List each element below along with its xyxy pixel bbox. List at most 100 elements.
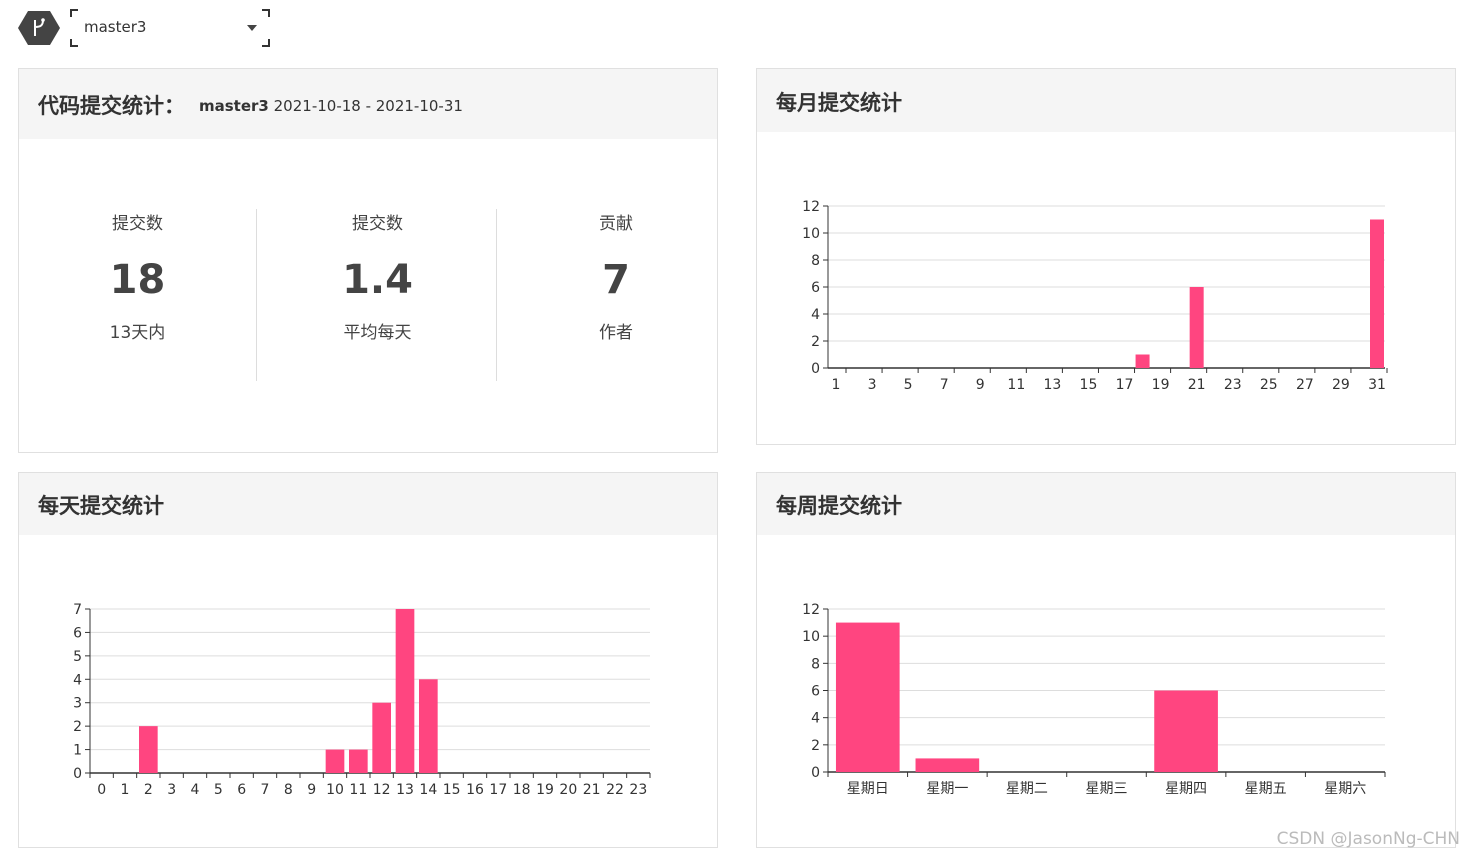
weekly-commits-chart: 0 2 4 6 8 10 12 星期日 星期一 星期二 星期三 星期四 星期五 星期六 xyxy=(802,602,1386,797)
bar-11[interactable] xyxy=(349,749,368,773)
bar-14[interactable] xyxy=(419,679,438,773)
daily-commits-chart: 012345670 1 2 3 4 5 6 7 8 9 10 11 12 13 14 15 16 17 18 19 20… xyxy=(73,602,651,798)
x-tick-label: 15 xyxy=(1080,377,1098,393)
x-tick-label: 11 xyxy=(349,782,367,798)
x-tick-label: 16 xyxy=(466,782,484,798)
x-tick-label: 25 xyxy=(1260,377,1278,393)
x-tick-label: 31 xyxy=(1368,377,1386,393)
branch-select[interactable]: master3 xyxy=(70,9,270,47)
x-tick-label: 9 xyxy=(976,377,985,393)
bar-18[interactable] xyxy=(1135,354,1150,369)
x-tick-label: 19 xyxy=(1152,377,1170,393)
x-tick-label: 17 xyxy=(1116,377,1134,393)
y-tick-label: 6 xyxy=(73,625,82,641)
branch-select-value: master3 xyxy=(84,18,147,36)
y-tick-label: 5 xyxy=(73,649,82,665)
bar-21[interactable] xyxy=(1189,287,1204,368)
weekly-commits-panel: 每周提交统计 0 2 4 6 8 10 12 星期日 星期一 星期二 星期三 星期四 星期五 星期六 xyxy=(756,472,1456,848)
x-tick-label: 13 xyxy=(1043,377,1061,393)
x-tick-label: 星期三 xyxy=(1086,781,1128,797)
branch-icon xyxy=(18,11,60,45)
x-tick-label: 12 xyxy=(373,782,391,798)
x-tick-label: 0 xyxy=(97,782,106,798)
y-tick-label: 2 xyxy=(73,719,82,735)
bar-星期四[interactable] xyxy=(1154,690,1218,773)
x-tick-label: 星期一 xyxy=(926,781,968,797)
commit-stats-branch: master3 xyxy=(199,97,269,115)
watermark: CSDN @JasonNg-CHN xyxy=(1276,829,1460,849)
x-tick-label: 15 xyxy=(443,782,461,798)
stat-total-commits: 提交数 18 13天内 xyxy=(19,209,257,381)
x-tick-label: 19 xyxy=(536,782,554,798)
commit-stats-panel: 代码提交统计： master3 2021-10-18 - 2021-10-31 … xyxy=(18,68,718,453)
x-tick-label: 14 xyxy=(419,782,437,798)
y-tick-label: 0 xyxy=(811,361,820,377)
stat-label: 贡献 xyxy=(599,214,633,234)
stat-avg-commits: 提交数 1.4 平均每天 xyxy=(259,209,497,381)
y-tick-label: 3 xyxy=(73,696,82,712)
monthly-commits-panel: 每月提交统计 0 2 4 6 8 10 12 1 3 5 7 9 11 13 15 17 19 21 23 25 27 2… xyxy=(756,68,1456,445)
x-tick-label: 5 xyxy=(904,377,913,393)
chevron-down-icon[interactable] xyxy=(247,25,257,31)
bar-12[interactable] xyxy=(372,702,391,773)
x-tick-label: 6 xyxy=(237,782,246,798)
bar-10[interactable] xyxy=(325,749,345,773)
bar-13[interactable] xyxy=(395,609,415,773)
y-tick-label: 4 xyxy=(811,711,820,727)
stat-value: 1.4 xyxy=(342,257,413,303)
bar-星期日[interactable] xyxy=(835,622,900,772)
stat-sub: 13天内 xyxy=(109,323,166,343)
x-tick-label: 9 xyxy=(307,782,316,798)
stat-label: 提交数 xyxy=(352,214,403,234)
x-tick-label: 20 xyxy=(559,782,577,798)
x-tick-label: 23 xyxy=(629,782,647,798)
commit-stats-subtitle: master3 2021-10-18 - 2021-10-31 xyxy=(199,97,463,115)
x-tick-label: 8 xyxy=(284,782,293,798)
stat-value: 18 xyxy=(109,257,166,303)
y-tick-label: 4 xyxy=(811,307,820,323)
y-tick-label: 6 xyxy=(811,280,820,296)
x-tick-label: 1 xyxy=(832,377,841,393)
x-tick-label: 星期日 xyxy=(847,781,889,797)
x-tick-label: 27 xyxy=(1296,377,1314,393)
y-tick-label: 10 xyxy=(802,226,820,242)
x-tick-label: 21 xyxy=(583,782,601,798)
stat-label: 提交数 xyxy=(112,214,163,234)
commit-stats-title: 代码提交统计： xyxy=(38,94,185,118)
y-tick-label: 0 xyxy=(811,765,820,781)
y-tick-label: 2 xyxy=(811,334,820,350)
x-tick-label: 7 xyxy=(261,782,270,798)
x-tick-label: 11 xyxy=(1007,377,1025,393)
y-tick-label: 0 xyxy=(73,766,82,782)
x-tick-label: 4 xyxy=(191,782,200,798)
y-tick-label: 8 xyxy=(811,253,820,269)
x-tick-label: 3 xyxy=(167,782,176,798)
x-tick-label: 2 xyxy=(144,782,153,798)
commit-stats-header: 代码提交统计： master3 2021-10-18 - 2021-10-31 xyxy=(19,69,717,139)
x-tick-label: 3 xyxy=(868,377,877,393)
y-tick-label: 1 xyxy=(73,743,82,759)
stat-contributors: 贡献 7 作者 xyxy=(497,209,735,381)
y-tick-label: 6 xyxy=(811,684,820,700)
bar-2[interactable] xyxy=(139,726,158,773)
stat-sub: 作者 xyxy=(599,323,633,343)
x-tick-label: 23 xyxy=(1224,377,1242,393)
x-tick-label: 5 xyxy=(214,782,223,798)
x-tick-label: 7 xyxy=(940,377,949,393)
x-tick-label: 29 xyxy=(1332,377,1350,393)
x-tick-label: 1 xyxy=(121,782,130,798)
y-tick-label: 8 xyxy=(811,656,820,672)
commit-stats-range: 2021-10-18 - 2021-10-31 xyxy=(273,97,463,115)
x-tick-label: 星期二 xyxy=(1006,781,1048,797)
stat-sub: 平均每天 xyxy=(343,323,412,343)
bar-星期一[interactable] xyxy=(915,758,980,772)
x-tick-label: 21 xyxy=(1188,377,1206,393)
y-tick-label: 2 xyxy=(811,738,820,754)
stat-value: 7 xyxy=(602,257,630,303)
x-tick-label: 星期六 xyxy=(1324,781,1366,797)
y-tick-label: 4 xyxy=(73,672,82,688)
y-tick-label: 12 xyxy=(802,602,820,618)
x-tick-label: 17 xyxy=(489,782,507,798)
bar-31[interactable] xyxy=(1370,219,1384,369)
y-tick-label: 12 xyxy=(802,199,820,215)
